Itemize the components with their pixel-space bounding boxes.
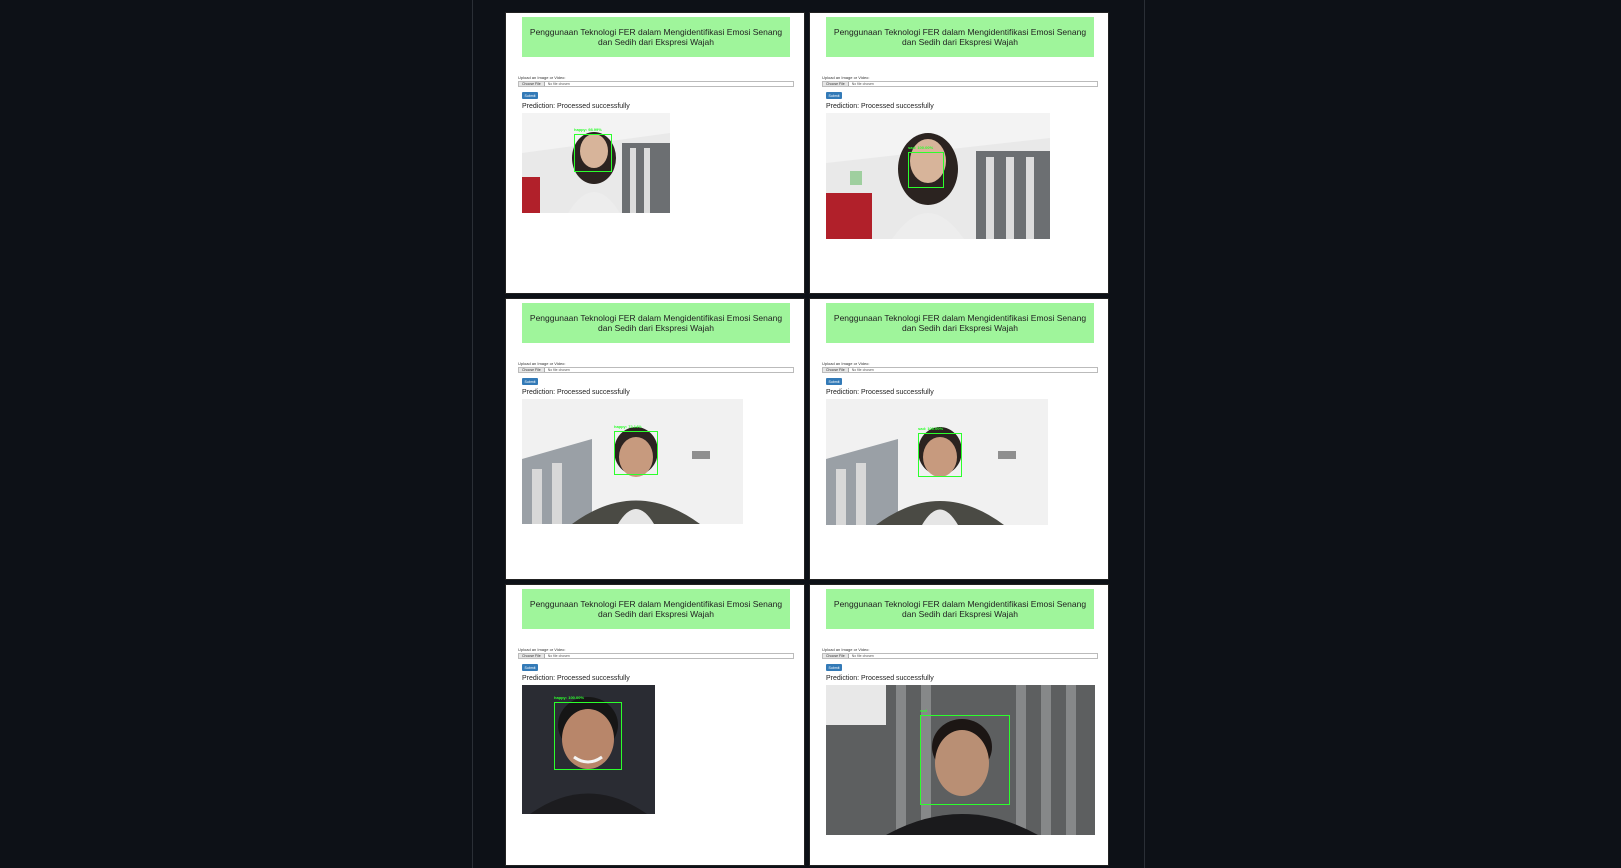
submit-button[interactable]: Submit bbox=[522, 378, 538, 385]
app-panel-1: Penggunaan Teknologi FER dalam Mengident… bbox=[505, 12, 805, 294]
prediction-text: Prediction: Processed successfully bbox=[522, 389, 630, 396]
file-input[interactable]: Choose File No file chosen bbox=[518, 653, 794, 659]
result-image: sad bbox=[826, 685, 1095, 835]
app-title-banner: Penggunaan Teknologi FER dalam Mengident… bbox=[522, 589, 790, 629]
file-input[interactable]: Choose File No file chosen bbox=[822, 367, 1098, 373]
file-input[interactable]: Choose File No file chosen bbox=[518, 81, 794, 87]
face-detection-box bbox=[918, 433, 962, 477]
submit-button[interactable]: Submit bbox=[522, 664, 538, 671]
submit-button[interactable]: Submit bbox=[826, 664, 842, 671]
prediction-text: Prediction: Processed successfully bbox=[826, 389, 934, 396]
app-panel-4: Penggunaan Teknologi FER dalam Mengident… bbox=[809, 298, 1109, 580]
result-image: sad: 100.00% bbox=[826, 399, 1048, 525]
prediction-text: Prediction: Processed successfully bbox=[826, 675, 934, 682]
detection-label: sad bbox=[920, 708, 927, 713]
upload-label: Upload an Image or Video: bbox=[822, 75, 870, 80]
choose-file-button[interactable]: Choose File bbox=[519, 654, 545, 658]
detection-label: happy: 72.14% bbox=[614, 424, 642, 429]
upload-label: Upload an Image or Video: bbox=[518, 647, 566, 652]
submit-button[interactable]: Submit bbox=[522, 92, 538, 99]
file-name-text: No file chosen bbox=[851, 82, 874, 86]
result-image: happy: 100.00% bbox=[522, 685, 655, 814]
result-image: happy: 98.99% bbox=[522, 113, 670, 213]
app-title-banner: Penggunaan Teknologi FER dalam Mengident… bbox=[826, 303, 1094, 343]
file-input[interactable]: Choose File No file chosen bbox=[518, 367, 794, 373]
file-name-text: No file chosen bbox=[547, 368, 570, 372]
prediction-text: Prediction: Processed successfully bbox=[522, 675, 630, 682]
face-detection-box bbox=[908, 152, 944, 188]
app-title-banner: Penggunaan Teknologi FER dalam Mengident… bbox=[522, 17, 790, 57]
app-panel-3: Penggunaan Teknologi FER dalam Mengident… bbox=[505, 298, 805, 580]
face-detection-box bbox=[554, 702, 622, 770]
face-detection-box bbox=[574, 134, 612, 172]
result-image: happy: 72.14% bbox=[522, 399, 743, 524]
file-name-text: No file chosen bbox=[851, 368, 874, 372]
file-name-text: No file chosen bbox=[547, 82, 570, 86]
file-input[interactable]: Choose File No file chosen bbox=[822, 81, 1098, 87]
detection-label: happy: 98.99% bbox=[574, 127, 602, 132]
app-title-banner: Penggunaan Teknologi FER dalam Mengident… bbox=[826, 17, 1094, 57]
result-image: sad: 100.00% bbox=[826, 113, 1050, 239]
app-panel-6: Penggunaan Teknologi FER dalam Mengident… bbox=[809, 584, 1109, 866]
face-detection-box bbox=[920, 715, 1010, 805]
upload-label: Upload an Image or Video: bbox=[518, 75, 566, 80]
choose-file-button[interactable]: Choose File bbox=[519, 368, 545, 372]
screenshot-grid: Penggunaan Teknologi FER dalam Mengident… bbox=[505, 12, 1110, 866]
choose-file-button[interactable]: Choose File bbox=[519, 82, 545, 86]
choose-file-button[interactable]: Choose File bbox=[823, 654, 849, 658]
detection-label: sad: 100.00% bbox=[908, 145, 934, 150]
file-input[interactable]: Choose File No file chosen bbox=[822, 653, 1098, 659]
app-panel-2: Penggunaan Teknologi FER dalam Mengident… bbox=[809, 12, 1109, 294]
submit-button[interactable]: Submit bbox=[826, 92, 842, 99]
detection-label: sad: 100.00% bbox=[918, 426, 944, 431]
upload-label: Upload an Image or Video: bbox=[518, 361, 566, 366]
upload-label: Upload an Image or Video: bbox=[822, 647, 870, 652]
choose-file-button[interactable]: Choose File bbox=[823, 82, 849, 86]
file-name-text: No file chosen bbox=[851, 654, 874, 658]
detection-label: happy: 100.00% bbox=[554, 695, 585, 700]
file-name-text: No file chosen bbox=[547, 654, 570, 658]
face-detection-box bbox=[614, 431, 658, 475]
app-title-banner: Penggunaan Teknologi FER dalam Mengident… bbox=[826, 589, 1094, 629]
choose-file-button[interactable]: Choose File bbox=[823, 368, 849, 372]
app-title-banner: Penggunaan Teknologi FER dalam Mengident… bbox=[522, 303, 790, 343]
prediction-text: Prediction: Processed successfully bbox=[522, 103, 630, 110]
prediction-text: Prediction: Processed successfully bbox=[826, 103, 934, 110]
page: Penggunaan Teknologi FER dalam Mengident… bbox=[0, 0, 1621, 868]
submit-button[interactable]: Submit bbox=[826, 378, 842, 385]
upload-label: Upload an Image or Video: bbox=[822, 361, 870, 366]
app-panel-5: Penggunaan Teknologi FER dalam Mengident… bbox=[505, 584, 805, 866]
